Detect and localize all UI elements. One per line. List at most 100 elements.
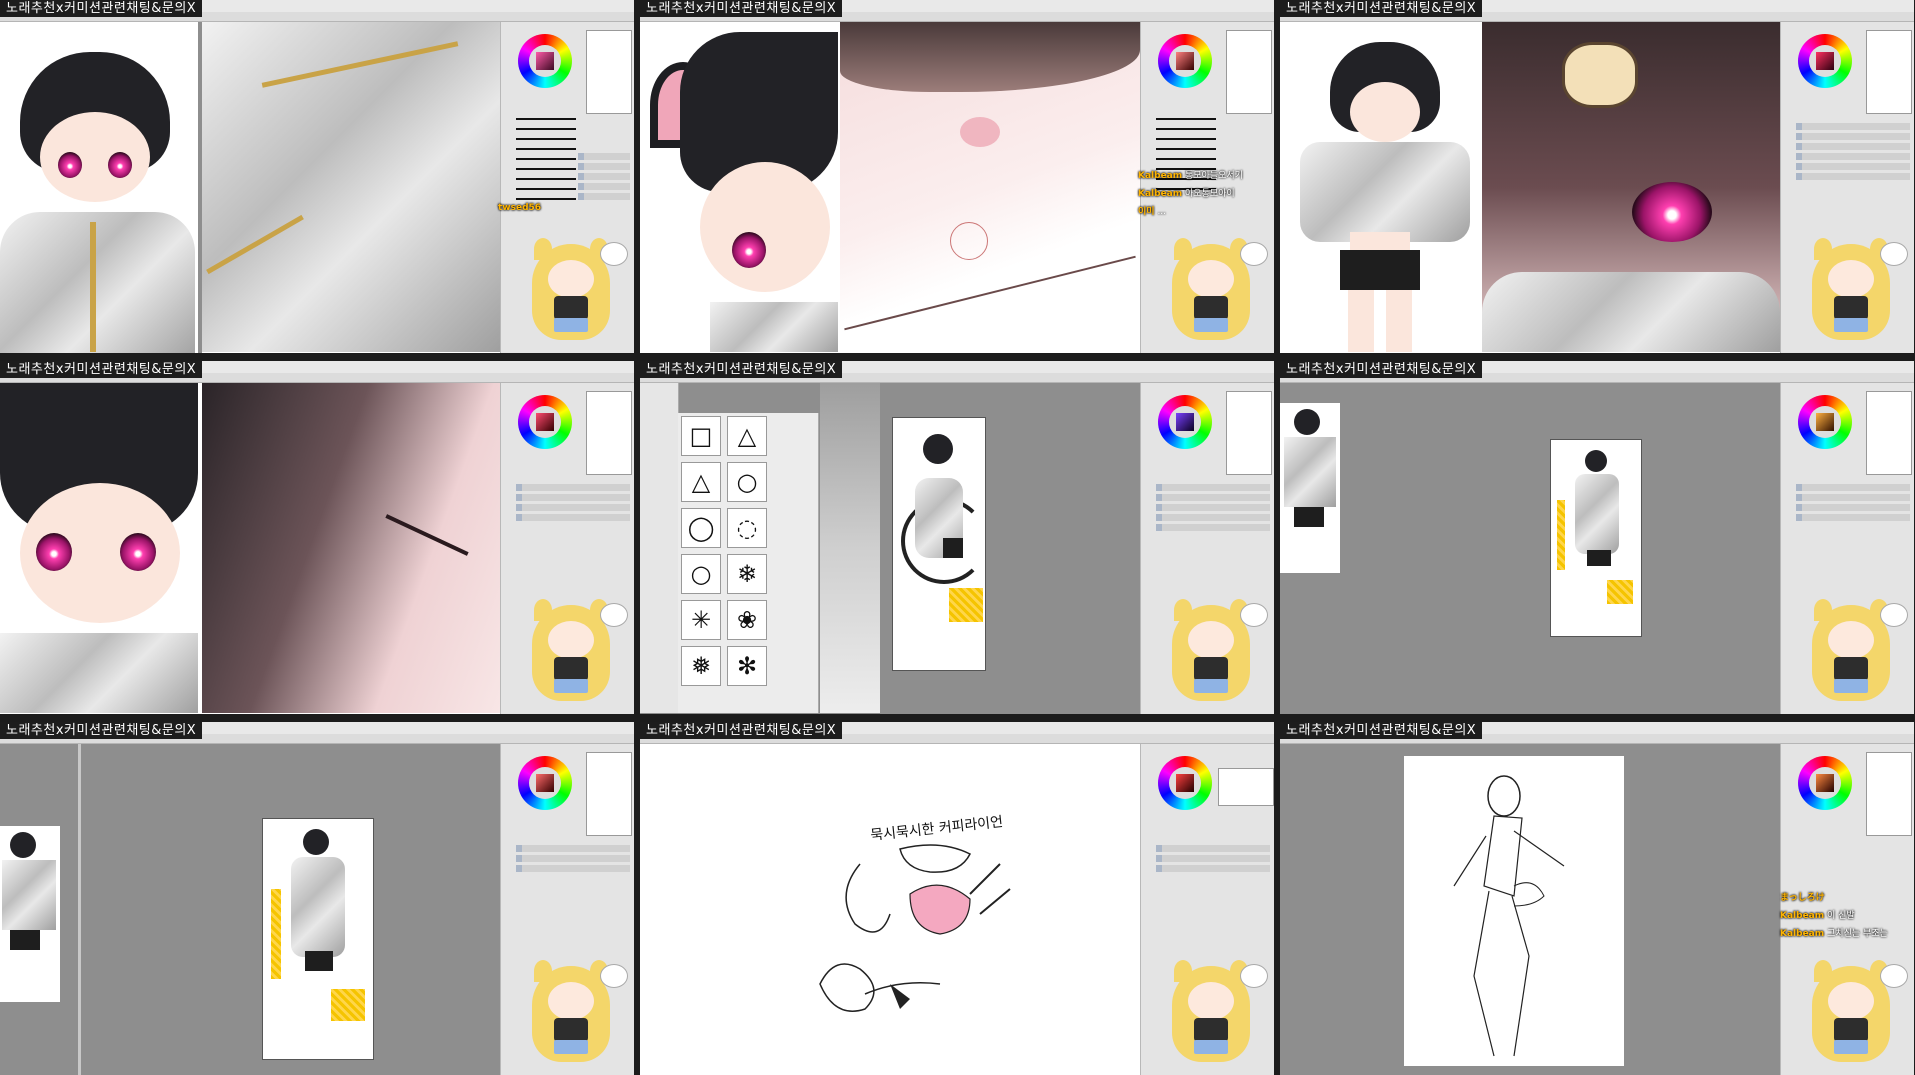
mascot [520, 960, 628, 1072]
canvas[interactable] [1280, 744, 1780, 1075]
face-closeup [0, 383, 198, 713]
panel-6: 노래추천x커미션관련채팅&문의X [1280, 361, 1914, 714]
layer-list[interactable] [1796, 481, 1910, 601]
panel-2: 노래추천x커미션관련채팅&문의X Kalbeam 통모아들오서기 Kalbeam… [640, 0, 1274, 353]
triangle-outline-shape[interactable]: △ [681, 462, 721, 502]
color-wheel[interactable] [1158, 34, 1212, 88]
canvas[interactable] [0, 744, 500, 1075]
pose-sketch-canvas [1404, 756, 1624, 1066]
flower-shape[interactable]: ❀ [727, 600, 767, 640]
canvas[interactable] [1280, 22, 1780, 353]
layer-list[interactable] [1156, 481, 1270, 601]
layer-list[interactable] [516, 481, 630, 601]
material-tree[interactable] [640, 383, 679, 713]
canvas[interactable]: 묵시묵시한 커피라이언 [640, 744, 1140, 1075]
canvas[interactable] [0, 383, 500, 714]
jacket-closeup [202, 22, 500, 352]
mascot [1800, 960, 1908, 1072]
star-shape[interactable]: ✳ [681, 600, 721, 640]
doodle-sketch [819, 844, 1011, 1012]
navigator-preview[interactable] [1866, 30, 1912, 114]
brush-strokes[interactable] [516, 110, 576, 200]
chat-line: Kalbeam 아오통모아이 [1138, 189, 1235, 199]
composition-canvas [1550, 439, 1642, 637]
mascot [1160, 238, 1268, 350]
skin-closeup [840, 22, 1140, 352]
window-title: 노래추천x커미션관련채팅&문의X [0, 722, 203, 739]
chat-line: まっしろけ [1780, 893, 1825, 903]
panel-3: 노래추천x커미션관련채팅&문의X [1280, 0, 1914, 353]
window-title: 노래추천x커미션관련채팅&문의X [640, 0, 843, 17]
panel-5: 노래추천x커미션관련채팅&문의X □ △ △ ○ ◯ ◌ ○ ❄ ✳ ❀ ❅ ✻ [640, 361, 1274, 714]
color-wheel[interactable] [1798, 756, 1852, 810]
circle-shape[interactable]: ○ [727, 462, 767, 502]
mascot [1800, 599, 1908, 711]
color-wheel[interactable] [518, 756, 572, 810]
reference-image [0, 826, 60, 1002]
navigator-preview[interactable] [1226, 30, 1272, 114]
canvas[interactable] [1280, 383, 1780, 714]
composition-canvas [892, 417, 987, 671]
layer-list[interactable] [516, 842, 630, 962]
panel-9: 노래추천x커미션관련채팅&문의X まっしろけ Kalbeam 이 신발 Kalb… [1280, 722, 1914, 1075]
color-wheel[interactable] [1798, 395, 1852, 449]
navigator-preview[interactable] [1866, 752, 1912, 836]
mascot [1800, 238, 1908, 350]
navigator-preview[interactable] [586, 391, 632, 475]
asterisk-shape[interactable]: ✻ [727, 646, 767, 686]
panel-7: 노래추천x커미션관련채팅&문의X [0, 722, 634, 1075]
color-wheel[interactable] [1798, 34, 1852, 88]
mascot [1160, 599, 1268, 711]
square-shape[interactable]: □ [681, 416, 721, 456]
navigator-preview[interactable] [1866, 391, 1912, 475]
window-title: 노래추천x커미션관련채팅&문의X [0, 0, 203, 17]
ring-dotted-shape[interactable]: ◌ [727, 508, 767, 548]
chat-line: Kalbeam 통모아들오서기 [1138, 171, 1243, 181]
window-title: 노래추천x커미션관련채팅&문의X [640, 722, 843, 739]
color-wheel[interactable] [518, 395, 572, 449]
canvas[interactable]: □ △ △ ○ ◯ ◌ ○ ❄ ✳ ❀ ❅ ✻ [640, 383, 1140, 714]
color-wheel[interactable] [1158, 756, 1212, 810]
pose-sketch [1453, 775, 1565, 1057]
navigator-preview[interactable] [1226, 391, 1272, 475]
eye-closeup [1482, 22, 1780, 352]
stream-grid: 노래추천x커미션관련채팅&문의X twsed56 노래추천x커미션관련채팅&문의… [0, 0, 1915, 1075]
canvas[interactable] [640, 22, 1140, 353]
window-title: 노래추천x커미션관련채팅&문의X [1280, 0, 1483, 17]
panel-8: 노래추천x커미션관련채팅&문의X 묵시묵시한 커피라이언 [640, 722, 1274, 1075]
chat-line: Kalbeam 그치신는 부조는 [1780, 929, 1888, 939]
chat-line: Kalbeam 이 신발 [1780, 911, 1855, 921]
chat-line: 이미 ... [1138, 207, 1167, 217]
brush-shape-palette[interactable]: □ △ △ ○ ◯ ◌ ○ ❄ ✳ ❀ ❅ ✻ [678, 413, 819, 713]
snowflake-large-shape[interactable]: ❅ [681, 646, 721, 686]
panel-1: 노래추천x커미션관련채팅&문의X twsed56 [0, 0, 634, 353]
ring-shape[interactable]: ◯ [681, 508, 721, 548]
triangle-shape[interactable]: △ [727, 416, 767, 456]
navigator-preview[interactable] [586, 30, 632, 114]
composition-canvas [262, 818, 374, 1060]
chat-line: twsed56 [498, 203, 542, 213]
panel-divider [78, 744, 81, 1075]
circle-outline-shape[interactable]: ○ [681, 554, 721, 594]
mascot [1160, 960, 1268, 1072]
panel-4: 노래추천x커미션관련채팅&문의X [0, 361, 634, 714]
full-character [1280, 22, 1480, 352]
mascot [520, 238, 628, 350]
mascot [520, 599, 628, 711]
window-title: 노래추천x커미션관련채팅&문의X [1280, 361, 1483, 378]
window-title: 노래추천x커미션관련채팅&문의X [0, 361, 203, 378]
color-wheel[interactable] [1158, 395, 1212, 449]
navigator-preview[interactable] [586, 752, 632, 836]
snowflake-shape[interactable]: ❄ [727, 554, 767, 594]
layer-list[interactable] [1156, 842, 1270, 962]
texture-strip [820, 383, 880, 713]
character-face [640, 22, 838, 352]
reference-image [1280, 403, 1340, 573]
window-title: 노래추천x커미션관련채팅&문의X [640, 361, 843, 378]
canvas[interactable] [0, 22, 500, 353]
layer-list[interactable] [1796, 120, 1910, 240]
hair-closeup [202, 383, 500, 713]
color-wheel[interactable] [518, 34, 572, 88]
character-bust [0, 32, 195, 353]
navigator-preview[interactable] [1218, 768, 1274, 806]
